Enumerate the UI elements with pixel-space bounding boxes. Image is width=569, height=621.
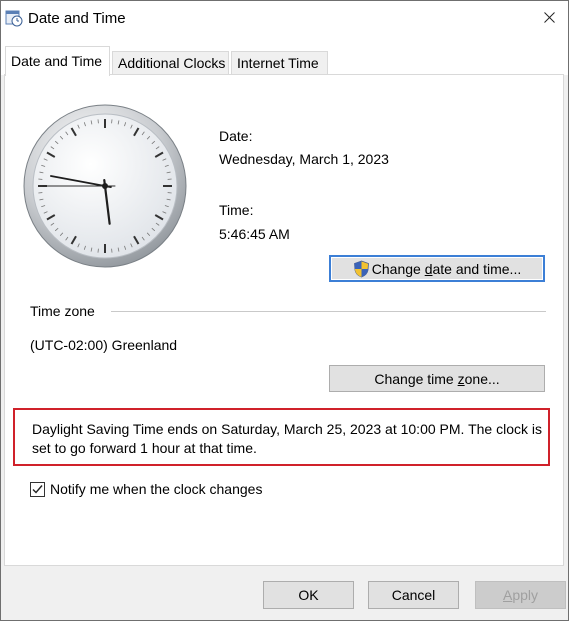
cancel-button[interactable]: Cancel <box>368 581 459 609</box>
apply-label: Apply <box>502 587 539 603</box>
date-label: Date: <box>219 128 253 144</box>
window-title: Date and Time <box>28 10 126 27</box>
ok-button[interactable]: OK <box>263 581 354 609</box>
change-time-zone-label: Change time zone... <box>374 370 500 387</box>
calendar-clock-icon <box>5 9 23 27</box>
tab-date-and-time[interactable]: Date and Time <box>5 46 110 76</box>
tab-additional-clocks[interactable]: Additional Clocks <box>112 51 229 74</box>
close-icon <box>543 10 555 26</box>
time-value: 5:46:45 AM <box>219 226 290 242</box>
notify-clock-change-checkbox-row[interactable]: Notify me when the clock changes <box>30 481 262 497</box>
tab-label: Additional Clocks <box>118 55 226 71</box>
change-date-time-label: Change date and time... <box>371 260 522 277</box>
notify-checkbox[interactable] <box>30 481 45 497</box>
dst-notice-text: Daylight Saving Time ends on Saturday, M… <box>32 421 542 456</box>
uac-shield-icon <box>353 260 370 278</box>
tab-label: Internet Time <box>237 55 319 71</box>
title-bar: Date and Time <box>1 1 568 37</box>
tab-internet-time[interactable]: Internet Time <box>231 51 328 74</box>
date-time-dialog: Date and Time Date and Time Additional C… <box>0 0 569 621</box>
time-zone-legend: Time zone <box>30 303 95 319</box>
checkmark-icon <box>32 484 43 494</box>
close-button[interactable] <box>534 5 564 31</box>
apply-button[interactable]: Apply <box>475 581 566 609</box>
analog-clock <box>23 104 187 268</box>
change-time-zone-button[interactable]: Change time zone... <box>329 365 545 392</box>
tab-label: Date and Time <box>11 53 103 69</box>
notify-label: Notify me when the clock changes <box>50 481 263 497</box>
dst-notice-highlight: Daylight Saving Time ends on Saturday, M… <box>13 408 550 466</box>
change-date-time-button[interactable]: Change date and time... <box>329 255 545 282</box>
date-value: Wednesday, March 1, 2023 <box>219 151 389 167</box>
time-zone-divider <box>111 311 546 312</box>
time-label: Time: <box>219 202 254 218</box>
time-zone-value: (UTC-02:00) Greenland <box>30 337 178 353</box>
